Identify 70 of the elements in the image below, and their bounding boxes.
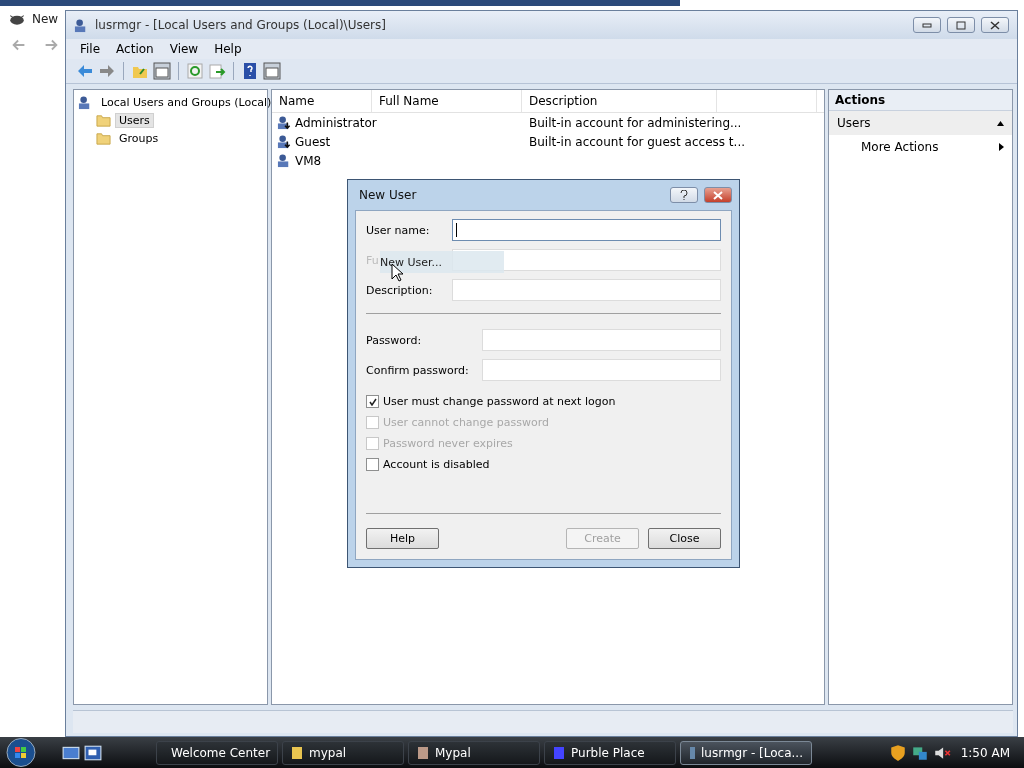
check-icon <box>368 397 377 406</box>
dialog-button[interactable]: Close <box>648 528 721 549</box>
minimize-icon <box>922 22 932 28</box>
checkbox-label: User must change password at next logon <box>383 395 616 408</box>
start-orb-icon[interactable] <box>4 737 38 768</box>
table-cell: VM8 <box>295 153 322 168</box>
tree-item[interactable]: Groups <box>115 130 163 146</box>
table-cell: Administrator <box>295 115 377 130</box>
menu-item[interactable]: File <box>74 41 107 57</box>
pane-toggle-icon[interactable] <box>263 62 281 80</box>
app-icon <box>689 745 695 760</box>
password-field[interactable] <box>482 329 721 351</box>
taskbar-button[interactable]: lusrmgr - [Loca... <box>680 740 812 765</box>
tree-toggle-icon[interactable] <box>153 62 171 80</box>
app-icon <box>291 745 303 760</box>
close-button[interactable] <box>981 17 1009 33</box>
taskbar-button[interactable]: Welcome Center <box>156 740 278 765</box>
section-title[interactable]: Users <box>837 116 871 130</box>
refresh-icon[interactable] <box>186 62 204 80</box>
field-label: User name: <box>366 223 430 237</box>
checkbox[interactable] <box>366 458 379 471</box>
action-item[interactable]: More Actions <box>861 140 939 154</box>
input-field[interactable] <box>452 219 721 241</box>
table-cell: Guest <box>295 134 331 149</box>
tree-item[interactable]: Users <box>115 112 154 128</box>
export-icon[interactable] <box>208 62 226 80</box>
password-field[interactable] <box>482 359 721 381</box>
shield-icon[interactable] <box>888 743 907 762</box>
app-icon <box>553 745 565 760</box>
window-title: lusrmgr - [Local Users and Groups (Local)\Users] <box>95 18 387 32</box>
column-header[interactable]: Name <box>272 90 372 112</box>
taskbar-button[interactable]: Purble Place <box>544 740 676 765</box>
maximize-button[interactable] <box>947 17 975 33</box>
app-icon <box>417 745 429 760</box>
dialog-title: New User <box>358 188 418 202</box>
field-label: Password: <box>366 333 422 347</box>
folder-icon <box>96 130 111 146</box>
taskbar-button[interactable]: Mypal <box>408 740 540 765</box>
column-header[interactable]: Description <box>522 90 717 112</box>
menu-item[interactable]: Help <box>208 41 248 57</box>
clock[interactable]: 1:50 AM <box>960 745 1010 760</box>
folder-icon <box>96 112 111 128</box>
close-icon <box>713 190 723 200</box>
close-icon <box>990 20 1000 30</box>
panel-title: Actions <box>829 90 1012 111</box>
maximize-icon <box>956 20 966 30</box>
forward-icon[interactable] <box>98 62 116 80</box>
browser-tab-title[interactable]: New <box>32 12 59 26</box>
submenu-arrow-icon <box>999 143 1004 151</box>
column-header[interactable]: Full Name <box>372 90 522 112</box>
help-icon[interactable] <box>241 62 259 80</box>
menu-item[interactable]: Action <box>110 41 160 57</box>
field-label: Description: <box>366 283 433 297</box>
minimize-button[interactable] <box>913 17 941 33</box>
close-button[interactable] <box>704 187 732 203</box>
collapse-icon[interactable] <box>997 120 1004 126</box>
checkbox-label: Password never expires <box>383 437 513 450</box>
drag-label: New User... <box>380 255 443 269</box>
taskbar-button[interactable]: mypal <box>282 740 404 765</box>
help-button[interactable] <box>670 187 698 203</box>
checkbox-label: Account is disabled <box>383 458 490 471</box>
dialog-button[interactable]: Help <box>366 528 439 549</box>
window-switch-icon[interactable] <box>84 743 102 762</box>
checkbox[interactable] <box>366 395 379 408</box>
field-label: Confirm password: <box>366 363 469 377</box>
table-cell: Built-in account for administering... <box>529 115 742 130</box>
menu-item[interactable]: View <box>163 41 205 57</box>
table-cell: Built-in account for guest access t... <box>529 134 745 149</box>
question-mark-icon <box>680 190 688 200</box>
checkbox-label: User cannot change password <box>383 416 550 429</box>
